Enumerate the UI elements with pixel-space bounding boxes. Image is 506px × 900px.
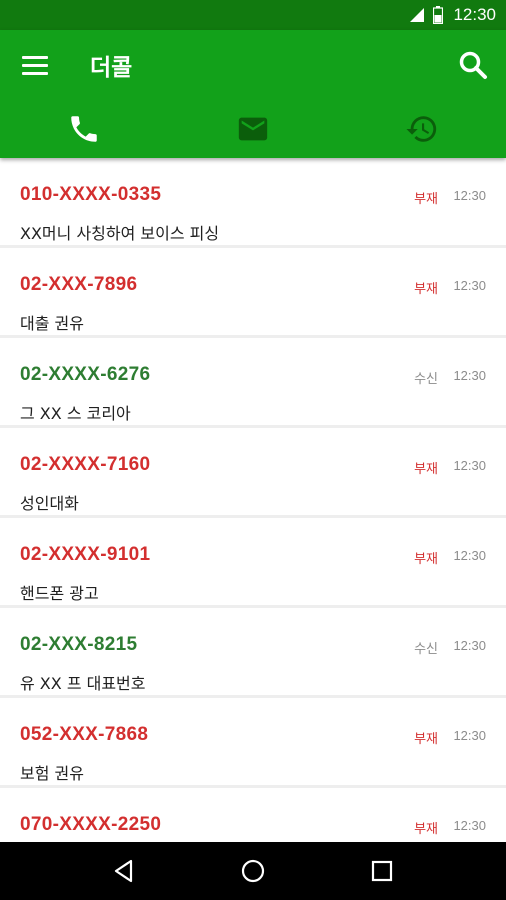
phone-number: 02-XXXX-9101 [20, 544, 151, 565]
caller-description: 보험 권유 [20, 764, 84, 783]
call-list-item[interactable]: 02-XXXX-6276 수신 12:30 그 XX 스 코리아 [0, 338, 506, 428]
call-list: 010-XXXX-0335 부재 12:30 XX머니 사칭하여 보이스 피싱 02-… [0, 158, 506, 842]
search-icon[interactable] [458, 50, 488, 80]
phone-number: 02-XXX-7896 [20, 274, 138, 295]
battery-icon [433, 6, 444, 24]
history-icon [406, 116, 436, 142]
phone-number: 052-XXX-7868 [20, 724, 149, 745]
call-time: 12:30 [453, 458, 486, 473]
home-icon[interactable] [240, 858, 266, 884]
caller-description: 유 XX 프 대표번호 [20, 674, 146, 693]
recents-icon[interactable] [369, 858, 395, 884]
caller-description: 핸드폰 광고 [20, 584, 99, 603]
call-list-item[interactable]: 052-XXX-7868 부재 12:30 보험 권유 [0, 698, 506, 788]
call-list-item[interactable]: 02-XXXX-9101 부재 12:30 핸드폰 광고 [0, 518, 506, 608]
call-time: 12:30 [453, 278, 486, 293]
tab-call[interactable] [0, 100, 169, 158]
call-time: 12:30 [453, 818, 486, 833]
caller-description: XX머니 사칭하여 보이스 피싱 [20, 224, 220, 243]
caller-description: 대출 권유 [20, 314, 84, 333]
menu-icon[interactable] [22, 52, 48, 78]
phone-number: 02-XXX-8215 [20, 634, 138, 655]
app-title: 더콜 [90, 55, 133, 81]
call-status: 부재 [414, 552, 438, 567]
call-list-item[interactable]: 010-XXXX-0335 부재 12:30 XX머니 사칭하여 보이스 피싱 [0, 158, 506, 248]
phone-number: 02-XXXX-7160 [20, 454, 151, 475]
call-list-item[interactable]: 02-XXX-8215 수신 12:30 유 XX 프 대표번호 [0, 608, 506, 698]
call-time: 12:30 [453, 548, 486, 563]
caller-description: 성인대화 [20, 494, 79, 513]
call-status: 부재 [414, 462, 438, 477]
navigation-bar [0, 842, 506, 900]
envelope-icon [238, 117, 268, 141]
tab-history[interactable] [337, 100, 506, 158]
phone-icon [71, 116, 98, 142]
call-status: 부재 [414, 732, 438, 747]
tab-message[interactable] [169, 100, 338, 158]
signal-icon [410, 8, 425, 22]
phone-number: 010-XXXX-0335 [20, 184, 162, 205]
call-list-item[interactable]: 02-XXXX-7160 부재 12:30 성인대화 [0, 428, 506, 518]
call-status: 수신 [414, 642, 438, 657]
caller-description: 그 XX 스 코리아 [20, 404, 131, 423]
back-icon[interactable] [111, 858, 137, 884]
call-list-item[interactable]: 02-XXX-7896 부재 12:30 대출 권유 [0, 248, 506, 338]
call-time: 12:30 [453, 188, 486, 203]
call-time: 12:30 [453, 728, 486, 743]
phone-number: 070-XXXX-2250 [20, 814, 162, 835]
app-bar: 더콜 [0, 30, 506, 158]
toolbar: 더콜 [0, 30, 506, 100]
call-time: 12:30 [453, 368, 486, 383]
call-status: 부재 [414, 822, 438, 837]
call-list-item[interactable]: 070-XXXX-2250 부재 12:30 [0, 788, 506, 842]
tab-bar [0, 100, 506, 158]
status-bar: 12:30 [0, 0, 506, 30]
call-status: 부재 [414, 282, 438, 297]
call-status: 부재 [414, 192, 438, 207]
call-status: 수신 [414, 372, 438, 387]
phone-number: 02-XXXX-6276 [20, 364, 151, 385]
call-time: 12:30 [453, 638, 486, 653]
status-time: 12:30 [453, 5, 496, 24]
